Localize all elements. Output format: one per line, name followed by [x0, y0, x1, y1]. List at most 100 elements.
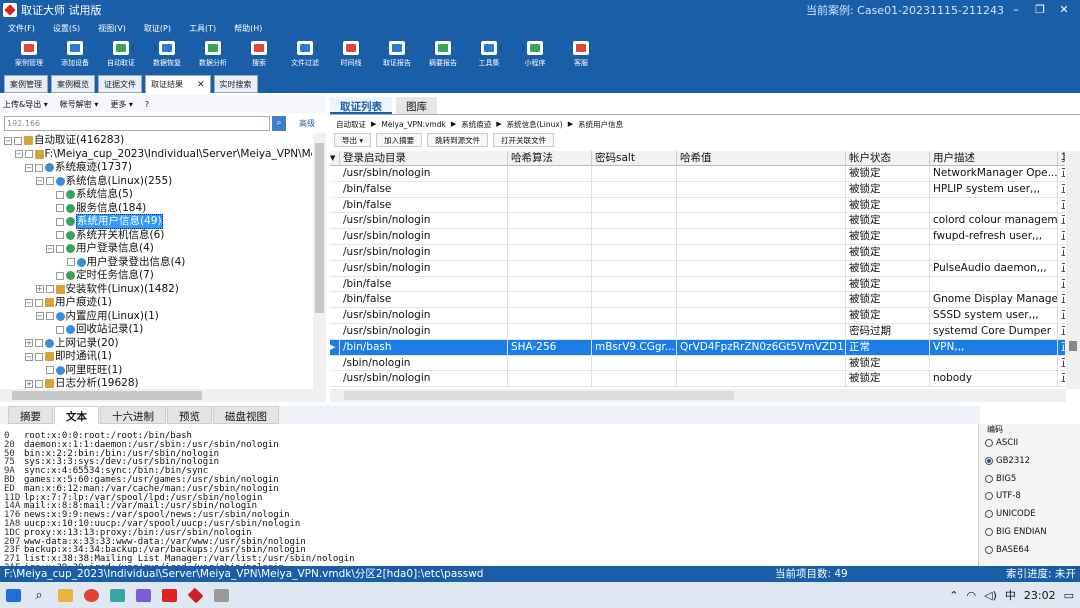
expand-toggle-icon[interactable] [46, 272, 54, 280]
tree-checkbox[interactable] [56, 231, 64, 239]
menu-item[interactable]: 文件(F) [8, 23, 35, 34]
tree-checkbox[interactable] [24, 150, 33, 158]
table-row[interactable]: /usr/sbin/nologin 被锁定 colord colour manage… [330, 213, 1065, 230]
tree-checkbox[interactable] [45, 177, 54, 185]
tree-node[interactable]: 系统信息(5) [46, 188, 133, 201]
detail-tab[interactable]: 摘要 [8, 406, 53, 424]
search-icon[interactable]: ⌕ [26, 582, 52, 608]
tree-node[interactable]: 用户登录登出信息(4) [57, 256, 185, 269]
tab-item[interactable]: 案例概览 [51, 75, 95, 93]
tree-node[interactable]: 回收站记录(1) [46, 323, 143, 336]
expand-toggle-icon[interactable]: + [35, 285, 44, 293]
column-header[interactable]: 密码salt [592, 151, 677, 166]
toolbar-button[interactable]: 添加设备 [52, 37, 98, 73]
column-header[interactable]: 帐户状态 [846, 151, 930, 166]
wps-icon[interactable] [156, 582, 182, 608]
expand-toggle-icon[interactable] [46, 218, 54, 226]
forensics-app-icon[interactable] [182, 582, 208, 608]
table-vertical-scrollbar[interactable] [1066, 151, 1080, 389]
breadcrumb-item[interactable]: 系统用户信息 [578, 119, 623, 130]
tray-chevron-icon[interactable]: ⌃ [949, 589, 958, 602]
toolbar-button[interactable]: 时间线 [328, 37, 374, 73]
clock[interactable]: 23:02 [1024, 589, 1056, 602]
tree-checkbox[interactable] [35, 379, 43, 388]
tree-checkbox[interactable] [56, 244, 64, 253]
restore-icon[interactable]: ❐ [1028, 0, 1052, 19]
tree-node[interactable]: 系统用户信息(49) [46, 214, 163, 229]
tree-node[interactable]: − 自动取证(416283) [4, 134, 124, 147]
result-tool-button[interactable]: 打开关联文件 [493, 133, 555, 147]
input-language[interactable]: 中 [1005, 587, 1016, 603]
expand-toggle-icon[interactable] [46, 204, 54, 212]
table-row[interactable]: /usr/sbin/nologin 被锁定 PulseAudio daemon,,,… [330, 260, 1065, 277]
expand-toggle-icon[interactable]: − [14, 150, 23, 158]
encoding-option[interactable]: BIG ENDIAN [985, 525, 1047, 539]
table-row[interactable]: /usr/sbin/nologin 被锁定 NetworkManager Ope..… [330, 166, 1065, 182]
result-tool-button[interactable]: 加入摘要 [376, 133, 423, 147]
encoding-option[interactable]: UNICODE [985, 507, 1036, 521]
tree-node[interactable]: + 安装软件(Linux)(1482) [35, 283, 179, 296]
detail-tab[interactable]: 十六进制 [100, 406, 166, 424]
result-tool-button[interactable]: 导出 ▾ [334, 133, 372, 147]
encoding-option[interactable]: BASE64 [985, 543, 1029, 557]
tree-checkbox[interactable] [35, 339, 43, 347]
tree-node[interactable]: − 用户痕迹(1) [25, 296, 112, 309]
left-tool-button[interactable]: 上传&导出 ▾ [3, 99, 48, 110]
app-icon[interactable] [208, 582, 234, 608]
table-row[interactable]: /bin/false 被锁定 正 [330, 197, 1065, 214]
search-icon[interactable]: ⌕ [272, 116, 286, 131]
radio-button[interactable] [985, 456, 993, 465]
toolbar-button[interactable]: 小程序 [512, 37, 558, 73]
expand-toggle-icon[interactable]: − [25, 163, 33, 172]
toolbar-button[interactable]: 工具集 [466, 37, 512, 73]
tree-node[interactable]: 定时任务信息(7) [46, 269, 154, 282]
tree-checkbox[interactable] [56, 204, 64, 212]
column-header[interactable]: 登录启动目录 [340, 151, 508, 166]
radio-button[interactable] [985, 528, 993, 536]
column-header[interactable]: 用户描述 [930, 151, 1058, 166]
file-explorer-icon[interactable] [52, 582, 78, 608]
minimize-icon[interactable]: – [1004, 0, 1028, 19]
table-row[interactable]: /usr/sbin/nologin 被锁定 正 [330, 245, 1065, 261]
tree-checkbox[interactable] [56, 325, 64, 334]
toolbar-button[interactable]: 数据分析 [190, 37, 236, 73]
detail-tab[interactable]: 磁盘视图 [213, 406, 279, 424]
expand-toggle-icon[interactable] [36, 366, 44, 374]
toolbar-button[interactable]: 文件过滤 [282, 37, 328, 73]
expand-toggle-icon[interactable] [46, 191, 54, 199]
tree-node[interactable]: − 即时通讯(1) [25, 350, 112, 363]
encoding-option[interactable]: ASCII [985, 436, 1018, 450]
close-tab-icon[interactable]: ✕ [197, 80, 205, 90]
tree-checkbox[interactable] [35, 298, 43, 307]
tree-node[interactable]: + 日志分析(19628) [25, 377, 139, 389]
tree-node[interactable]: + 上网记录(20) [25, 337, 119, 350]
windows-start-icon[interactable] [0, 582, 26, 608]
menu-item[interactable]: 帮助(H) [234, 23, 262, 34]
tree-node[interactable]: 阿里旺旺(1) [36, 364, 122, 377]
expand-toggle-icon[interactable]: − [35, 177, 44, 185]
table-row[interactable]: ▸/bin/bash SHA-256 mBsrV9.CGgr... QrVD4FpzR… [330, 339, 1065, 356]
tree-checkbox[interactable] [66, 258, 75, 266]
table-row[interactable]: /usr/sbin/nologin 密码过期 systemd Core Dumper… [330, 324, 1065, 340]
table-row[interactable]: /usr/sbin/nologin 被锁定 fwupd-refresh user,,… [330, 229, 1065, 245]
expand-toggle-icon[interactable]: − [4, 136, 12, 145]
text-view[interactable]: 0 root:x:0:0:root:/root:/bin/bash 20 daemon… [0, 424, 970, 566]
tab-item[interactable]: 取证结果 ✕ [145, 75, 211, 93]
detail-tab[interactable]: 文本 [54, 406, 99, 424]
radio-button[interactable] [985, 510, 993, 519]
tab-item[interactable]: 证据文件 [98, 75, 142, 93]
left-tool-button[interactable]: 更多 ▾ [110, 99, 133, 110]
result-tool-button[interactable]: 跳转到源文件 [427, 133, 489, 147]
toolbar-button[interactable]: 摘要报告 [420, 37, 466, 73]
encoding-option[interactable]: GB2312 [985, 454, 1030, 468]
toolbar-button[interactable]: 数据恢复 [144, 37, 190, 73]
table-row[interactable]: /usr/sbin/nologin 被锁定nobody正 [330, 371, 1065, 388]
tree-node[interactable]: − 系统信息(Linux)(255) [35, 175, 172, 188]
toolbar-button[interactable]: 自动取证 [98, 37, 144, 73]
tree-node[interactable]: − 用户登录信息(4) [46, 242, 154, 255]
tree-search-input[interactable]: 192.166 [4, 116, 270, 131]
table-row[interactable]: /bin/false 被锁定HPLIP system user,,,正 [330, 181, 1065, 198]
table-row[interactable]: /bin/false 被锁定 正 [330, 276, 1065, 293]
table-horizontal-scrollbar[interactable] [330, 389, 1066, 402]
toolbar-button[interactable]: 客服 [558, 37, 604, 73]
